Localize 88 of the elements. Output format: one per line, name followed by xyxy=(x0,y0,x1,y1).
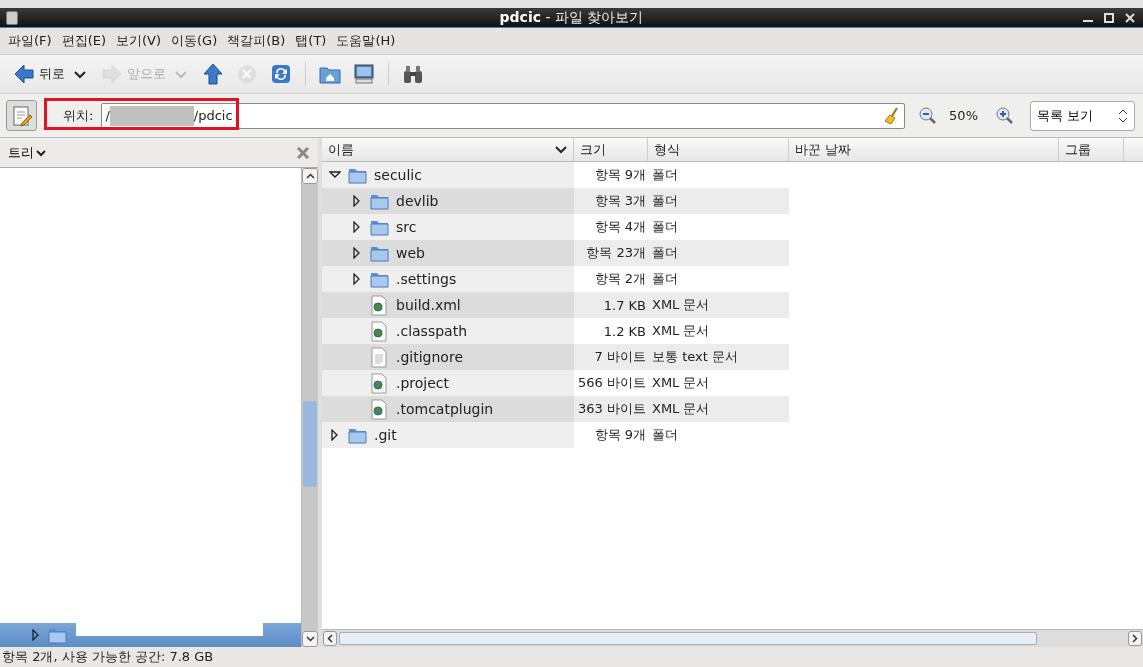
reload-icon xyxy=(270,63,292,85)
zoom-out-icon[interactable] xyxy=(919,106,938,125)
file-name[interactable]: .settings xyxy=(396,271,457,287)
file-type: 보통 text 문서 xyxy=(652,348,738,366)
right-arrow-icon xyxy=(101,63,123,85)
file-type: XML 문서 xyxy=(652,400,710,418)
file-name[interactable]: .project xyxy=(396,375,450,391)
computer-icon xyxy=(353,63,375,85)
file-type: XML 문서 xyxy=(652,374,710,392)
file-size: 항목 3개 xyxy=(594,192,646,210)
column-header[interactable]: 바꾼 날짜 xyxy=(789,138,1059,161)
file-size: 1.7 KB xyxy=(603,297,646,313)
file-name[interactable]: seculic xyxy=(374,167,422,183)
document-icon xyxy=(370,398,388,420)
file-name[interactable]: web xyxy=(396,245,425,261)
zoom-level: 50% xyxy=(949,108,978,123)
file-type: 폴더 xyxy=(652,218,678,236)
file-size: 1.2 KB xyxy=(603,323,646,339)
file-size: 566 바이트 xyxy=(578,374,646,392)
text-file-icon xyxy=(370,346,388,368)
location-label: 위치: xyxy=(63,106,94,125)
sidebar-selector[interactable]: 트리 xyxy=(8,143,46,162)
zoom-in-icon[interactable] xyxy=(996,106,1014,125)
file-type: 폴더 xyxy=(652,192,678,210)
file-size: 363 바이트 xyxy=(578,400,646,418)
folder-icon xyxy=(347,166,367,184)
file-type: 폴더 xyxy=(652,426,678,444)
folder-icon xyxy=(369,192,389,210)
scrollbar[interactable] xyxy=(322,629,1143,647)
window-menu-icon[interactable] xyxy=(6,10,18,25)
scroll-right-icon[interactable] xyxy=(1132,634,1138,643)
menu-item[interactable]: 탭(T) xyxy=(290,30,332,52)
menu-item[interactable]: 파일(F) xyxy=(3,30,57,52)
edit-location-button[interactable] xyxy=(6,100,37,131)
column-header[interactable]: 이름 xyxy=(322,138,574,161)
file-name[interactable]: .git xyxy=(374,427,397,443)
scroll-up-icon[interactable] xyxy=(305,173,315,179)
file-type: XML 문서 xyxy=(652,296,710,314)
binoculars-icon xyxy=(402,63,424,85)
file-name[interactable]: src xyxy=(396,219,417,235)
scroll-left-icon[interactable] xyxy=(327,634,333,643)
file-size: 항목 4개 xyxy=(594,218,646,236)
file-size: 항목 9개 xyxy=(594,426,646,444)
document-icon xyxy=(370,372,388,394)
broom-icon[interactable] xyxy=(884,106,901,125)
menu-item[interactable]: 이동(G) xyxy=(166,30,223,52)
file-size: 항목 2개 xyxy=(594,270,646,288)
menu-item[interactable]: 책갈피(B) xyxy=(222,30,291,52)
menu-item[interactable]: 보기(V) xyxy=(111,30,167,52)
file-name[interactable]: devlib xyxy=(396,193,439,209)
maximize-icon[interactable] xyxy=(1104,12,1114,23)
file-type: 폴더 xyxy=(652,166,678,184)
scrollbar[interactable] xyxy=(301,168,318,647)
folder-icon xyxy=(369,218,389,236)
file-name[interactable]: build.xml xyxy=(396,297,461,313)
menu-item[interactable]: 도움말(H) xyxy=(331,30,401,52)
column-header[interactable]: 그룹 xyxy=(1059,138,1124,161)
file-type: 폴더 xyxy=(652,270,678,288)
file-type: 폴더 xyxy=(652,244,678,262)
file-size: 항목 9개 xyxy=(594,166,646,184)
sort-caret-icon xyxy=(555,145,567,154)
stop-icon xyxy=(236,63,258,85)
file-size: 7 바이트 xyxy=(594,348,646,366)
folder-icon xyxy=(369,244,389,262)
back-button[interactable]: 뒤로 xyxy=(8,60,70,88)
up-down-arrows-icon xyxy=(1118,108,1128,123)
folder-icon xyxy=(48,626,67,644)
scroll-thumb[interactable] xyxy=(303,401,317,487)
scroll-thumb[interactable] xyxy=(339,632,1037,645)
file-size: 항목 23개 xyxy=(586,244,646,262)
document-icon xyxy=(370,320,388,342)
location-field[interactable]: / /pdcic xyxy=(101,102,906,129)
view-selector[interactable]: 목록 보기 xyxy=(1030,100,1135,131)
scroll-down-icon[interactable] xyxy=(305,636,315,642)
file-name[interactable]: .gitignore xyxy=(396,349,463,365)
column-header[interactable]: 형식 xyxy=(648,138,789,161)
left-arrow-icon xyxy=(13,63,35,85)
folder-icon xyxy=(347,426,367,444)
file-type: XML 문서 xyxy=(652,322,710,340)
column-header[interactable]: 크기 xyxy=(574,138,648,161)
caret-icon xyxy=(36,148,46,157)
document-icon xyxy=(370,294,388,316)
up-arrow-icon xyxy=(202,63,224,85)
folder-icon xyxy=(369,270,389,288)
file-name[interactable]: .classpath xyxy=(396,323,468,339)
menu-item[interactable]: 편집(E) xyxy=(56,30,111,52)
caret-icon[interactable] xyxy=(74,69,86,79)
window-title: pdcic - 파일 찾아보기 xyxy=(499,8,644,27)
